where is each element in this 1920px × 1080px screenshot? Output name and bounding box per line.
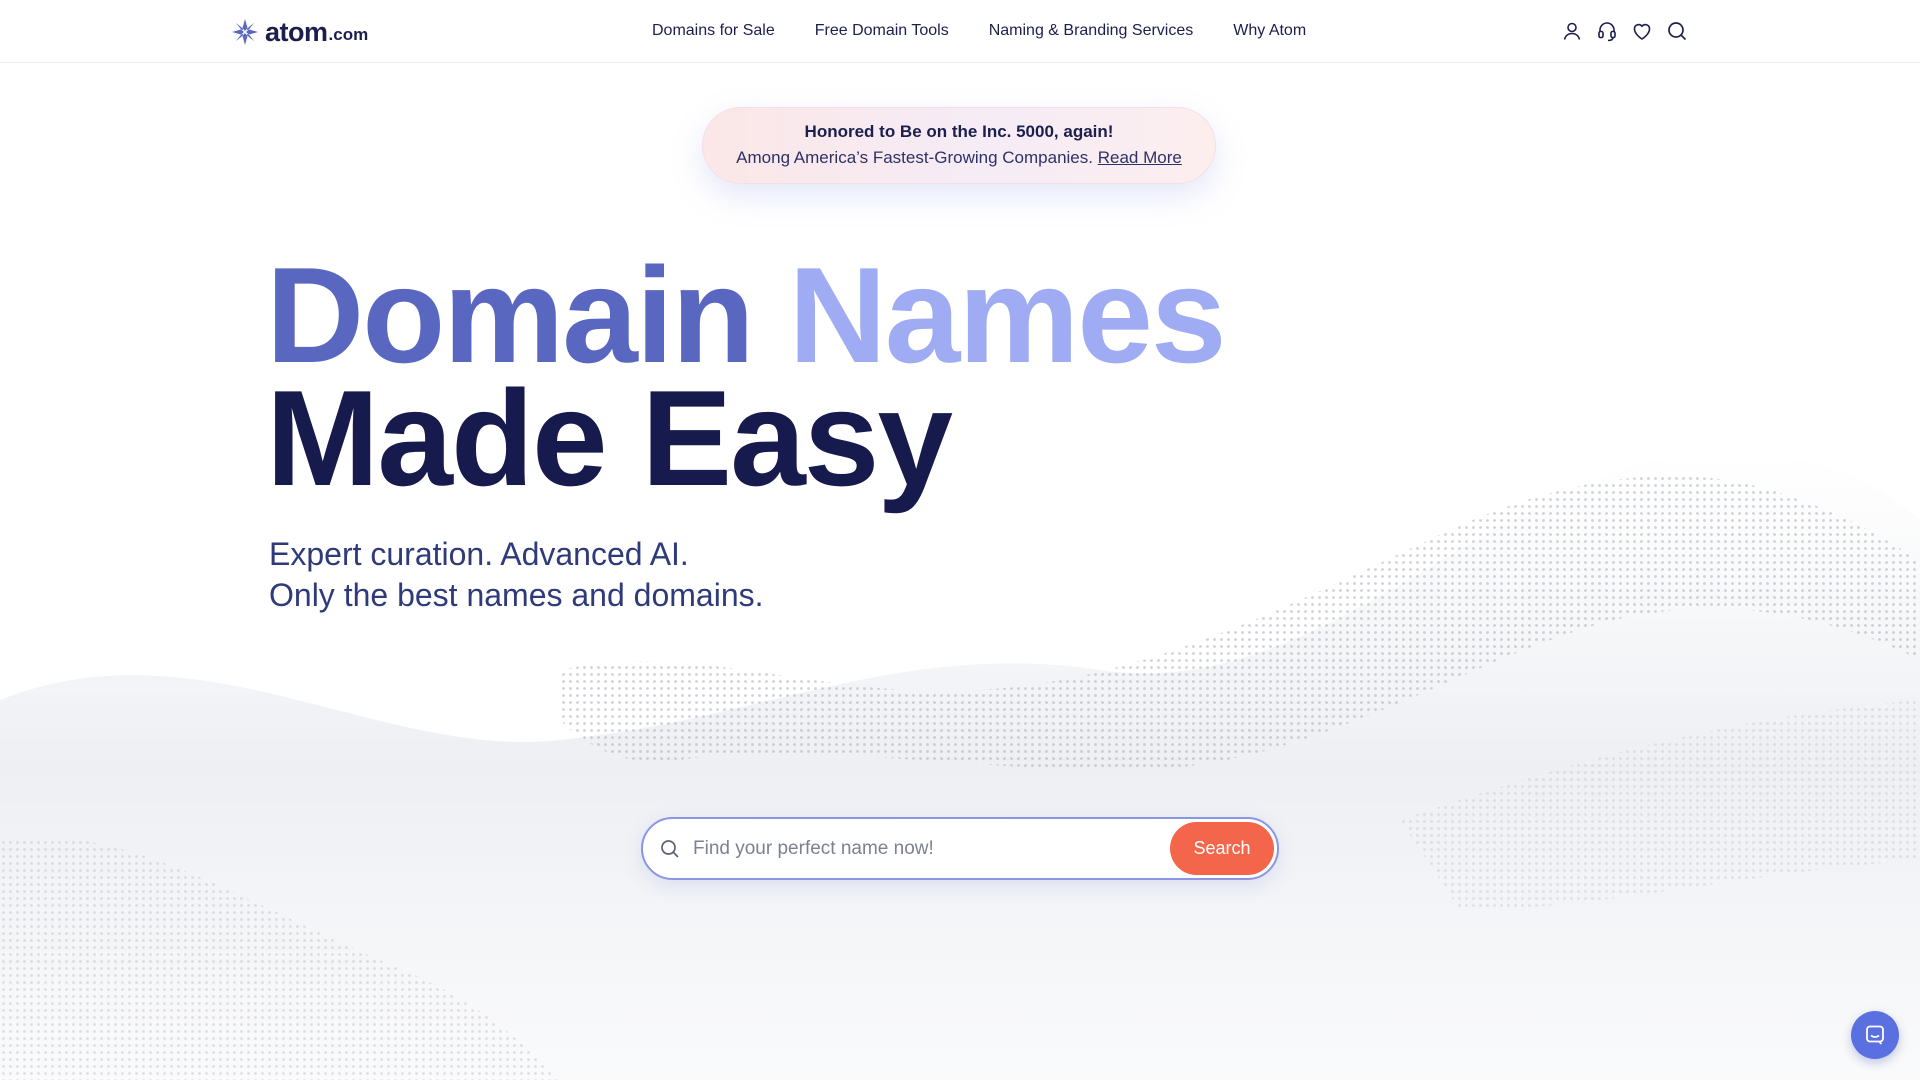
- hero-subtitle-line2: Only the best names and domains.: [269, 577, 764, 613]
- domain-search-bar: Search: [641, 817, 1279, 880]
- logo-tld: .com: [328, 25, 369, 44]
- hero-title-line2: Made Easy: [266, 362, 953, 514]
- award-banner: Honored to Be on the Inc. 5000, again! A…: [702, 107, 1216, 184]
- hero-subtitle: Expert curation. Advanced AI. Only the b…: [269, 534, 764, 616]
- site-header: atom .com Domains for Sale Free Domain To…: [0, 0, 1920, 63]
- main-nav: Domains for Sale Free Domain Tools Namin…: [652, 22, 1306, 40]
- search-input[interactable]: [693, 831, 1093, 867]
- read-more-link[interactable]: Read More: [1098, 148, 1182, 167]
- search-button[interactable]: Search: [1170, 822, 1274, 875]
- nav-why-atom[interactable]: Why Atom: [1233, 22, 1306, 40]
- logo-wordmark: atom: [265, 16, 328, 47]
- header-actions: [1561, 20, 1701, 42]
- headset-icon[interactable]: [1596, 20, 1618, 42]
- atom-logo[interactable]: atom .com: [231, 14, 368, 50]
- user-icon[interactable]: [1561, 20, 1583, 42]
- hero-subtitle-line1: Expert curation. Advanced AI.: [269, 536, 689, 572]
- chat-launcher-button[interactable]: [1851, 1011, 1899, 1059]
- page: atom .com Domains for Sale Free Domain To…: [0, 0, 1920, 1080]
- search-input-icon: [661, 840, 679, 858]
- atom-star-logo-icon: [232, 19, 258, 45]
- award-title: Honored to Be on the Inc. 5000, again!: [804, 122, 1114, 141]
- nav-domains-for-sale[interactable]: Domains for Sale: [652, 22, 775, 40]
- award-subtitle-text: Among America’s Fastest-Growing Companie…: [736, 148, 1093, 167]
- nav-naming-branding-services[interactable]: Naming & Branding Services: [989, 22, 1194, 40]
- nav-free-domain-tools[interactable]: Free Domain Tools: [815, 22, 949, 40]
- award-subtitle: Among America’s Fastest-Growing Companie…: [703, 144, 1215, 171]
- heart-icon[interactable]: [1631, 20, 1653, 42]
- search-icon[interactable]: [1666, 20, 1688, 42]
- chat-bubble-icon: [1866, 1025, 1884, 1045]
